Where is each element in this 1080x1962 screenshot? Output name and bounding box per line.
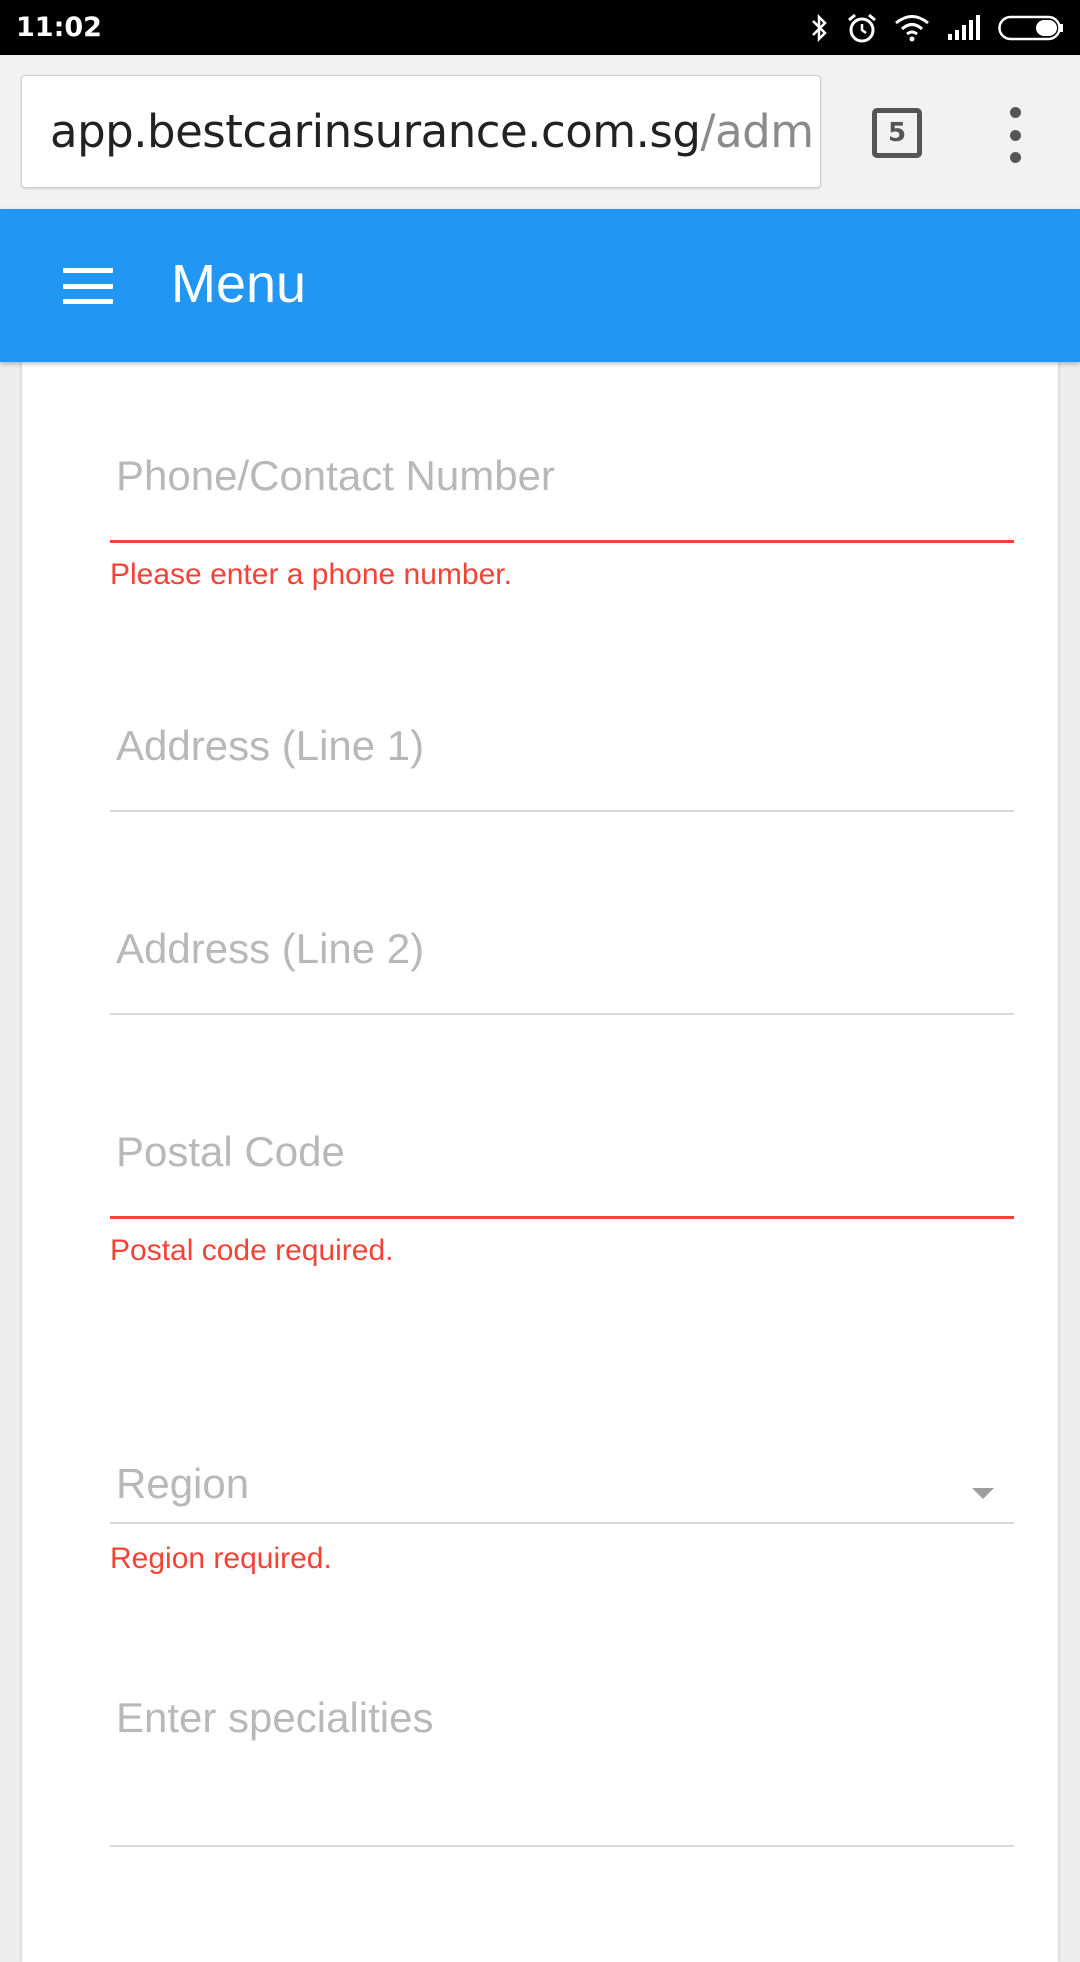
tab-switcher-button[interactable]: 5 <box>872 108 922 158</box>
region-select[interactable]: Region Region required. <box>110 1460 1014 1590</box>
app-header: Menu <box>0 209 1080 362</box>
region-underline <box>110 1522 1014 1524</box>
specialities-placeholder: Enter specialities <box>116 1694 434 1741</box>
alarm-icon <box>846 12 878 44</box>
specialities-field[interactable]: Enter specialities <box>110 1694 1014 1854</box>
specialities-underline <box>110 1845 1014 1847</box>
phone-field[interactable]: Phone/Contact Number Please enter a phon… <box>110 452 1014 591</box>
region-error: Region required. <box>110 1542 332 1575</box>
browser-toolbar: app.bestcarinsurance.com.sg/adm 5 <box>0 55 1080 209</box>
postal-code-error: Postal code required. <box>110 1234 394 1267</box>
signal-icon <box>946 14 982 42</box>
menu-title[interactable]: Menu <box>171 253 306 315</box>
phone-error: Please enter a phone number. <box>110 558 512 591</box>
phone-placeholder: Phone/Contact Number <box>116 452 555 499</box>
phone-underline <box>110 540 1014 543</box>
more-options-icon[interactable] <box>1000 107 1030 163</box>
status-time: 11:02 <box>16 12 102 43</box>
address-line1-field[interactable]: Address (Line 1) <box>110 722 1014 822</box>
address-line1-underline <box>110 810 1014 812</box>
wifi-icon <box>894 14 930 42</box>
address-line1-placeholder: Address (Line 1) <box>116 722 425 769</box>
status-icons <box>810 12 1064 44</box>
address-line2-field[interactable]: Address (Line 2) <box>110 925 1014 1025</box>
battery-icon <box>998 14 1064 42</box>
form-card: Phone/Contact Number Please enter a phon… <box>22 362 1058 1962</box>
url-path: /adm <box>700 105 814 158</box>
region-placeholder: Region <box>116 1460 250 1507</box>
address-line2-underline <box>110 1013 1014 1015</box>
postal-code-placeholder: Postal Code <box>116 1128 345 1175</box>
url-domain: app.bestcarinsurance.com.sg <box>50 105 701 158</box>
chevron-down-icon[interactable] <box>972 1488 994 1499</box>
status-bar: 11:02 <box>0 0 1080 55</box>
bluetooth-icon <box>810 13 830 43</box>
address-line2-placeholder: Address (Line 2) <box>116 925 425 972</box>
url-bar[interactable]: app.bestcarinsurance.com.sg/adm <box>21 75 821 188</box>
hamburger-menu-icon[interactable] <box>63 268 113 304</box>
postal-code-underline <box>110 1216 1014 1219</box>
postal-code-field[interactable]: Postal Code Postal code required. <box>110 1128 1014 1268</box>
